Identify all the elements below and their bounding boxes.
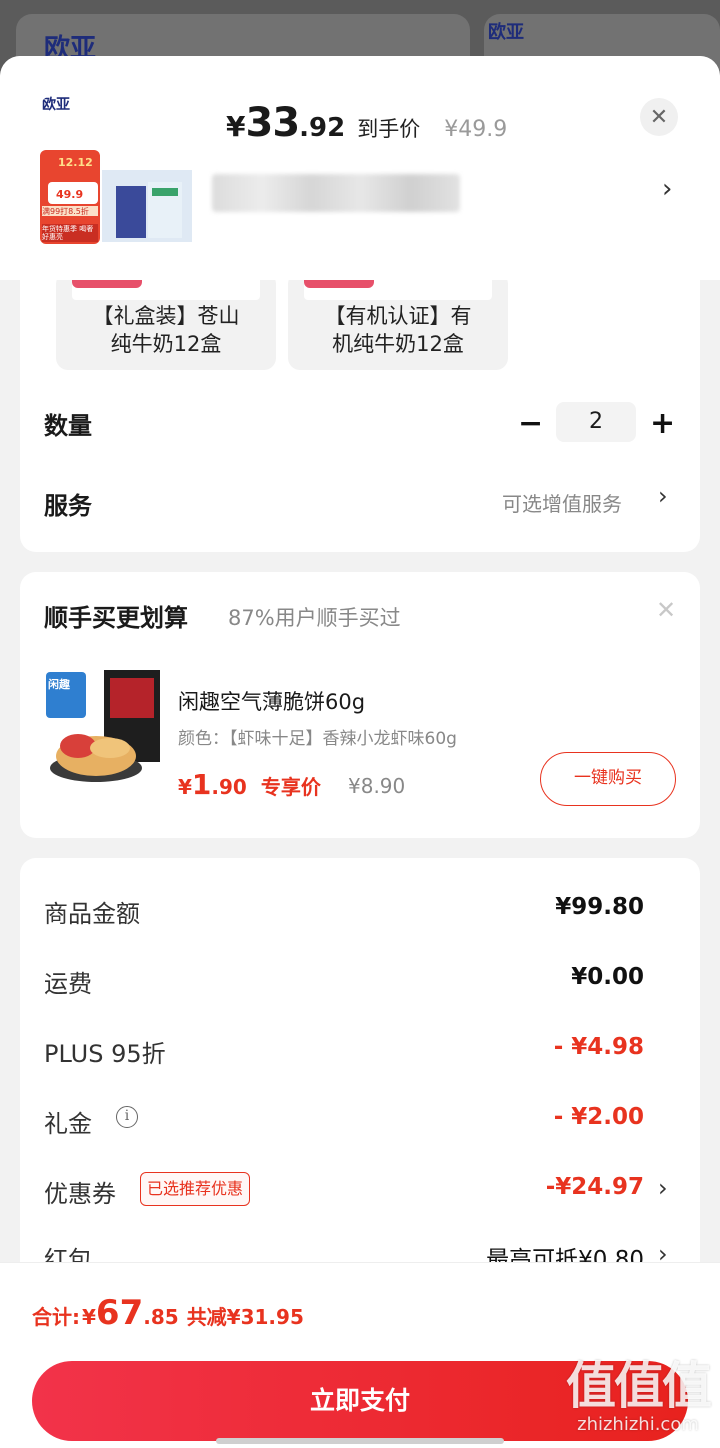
chevron-right-icon[interactable]: ›	[662, 174, 672, 204]
one-click-buy-button[interactable]: 一键购买	[540, 752, 676, 806]
price-row: ¥ 33 .92 到手价 ¥49.9	[226, 100, 507, 146]
summary-row: PLUS 95折 - ¥4.98	[20, 1032, 700, 1072]
addon-original-price: ¥8.90	[348, 774, 406, 798]
addon-product-image[interactable]: 闲趣	[44, 668, 164, 788]
summary-row: 运费 ¥0.00	[20, 962, 700, 1002]
summary-value: ¥99.80	[555, 894, 644, 920]
total-saving: 共减¥31.95	[186, 1305, 304, 1329]
original-price: ¥49.9	[444, 117, 508, 142]
thumb-promo-sub: 年货特惠季 喝奢好惠亮	[42, 225, 94, 241]
thumb-promo-date: 12.12	[58, 156, 93, 169]
addon-product-spec: 颜色：【虾味十足】香辣小龙虾味60g	[178, 729, 457, 749]
summary-value: -¥24.97	[545, 1174, 644, 1200]
product-thumbnail[interactable]: 欧亚 12.12 49.9 满99打8.5折 年货特惠季 喝奢好惠亮	[40, 96, 200, 256]
summary-label: PLUS 95折	[44, 1040, 166, 1068]
info-icon[interactable]: i	[116, 1106, 138, 1128]
total-label: 合计:	[32, 1305, 80, 1329]
quantity-decrease-button[interactable]: −	[518, 406, 543, 441]
close-icon[interactable]: ✕	[656, 596, 676, 624]
summary-label: 商品金额	[44, 900, 140, 928]
summary-row: 礼金 i - ¥2.00	[20, 1102, 700, 1142]
addon-title: 顺手买更划算	[44, 604, 188, 632]
option-label: 【礼盒装】苍山 纯牛奶12盒	[92, 304, 240, 356]
brand-logo: 欧亚	[488, 22, 524, 43]
addon-price: ¥ 1 .90 专享价	[178, 768, 321, 801]
spec-card: 【礼盒装】苍山 纯牛奶12盒 【有机认证】有 机纯牛奶12盒 数量 − 2 + …	[20, 256, 700, 552]
spec-option[interactable]: 【礼盒装】苍山 纯牛奶12盒	[56, 272, 276, 370]
price-integer: 33	[245, 100, 300, 146]
summary-row: 商品金额 ¥99.80	[20, 892, 700, 932]
quantity-input[interactable]: 2	[556, 402, 636, 442]
summary-value: ¥0.00	[571, 964, 644, 990]
price-symbol: ¥	[226, 110, 246, 143]
snack-brand: 闲趣	[48, 678, 70, 691]
spec-option[interactable]: 【有机认证】有 机纯牛奶12盒	[288, 272, 508, 370]
close-icon: ✕	[649, 104, 669, 130]
thumb-logo: 欧亚	[42, 97, 70, 113]
service-label: 服务	[44, 492, 92, 520]
addon-card: 顺手买更划算 87%用户顺手买过 ✕ 闲趣 闲趣空气薄脆饼60g 颜色：【虾味十…	[20, 572, 700, 838]
quantity-increase-button[interactable]: +	[650, 406, 675, 441]
summary-label: 礼金	[44, 1110, 92, 1138]
coupon-row[interactable]: 优惠券 已选推荐优惠 -¥24.97 ›	[20, 1172, 700, 1212]
option-label: 【有机认证】有 机纯牛奶12盒	[324, 304, 472, 356]
thumb-promo-price: 49.9	[56, 188, 84, 201]
price-decimal: .92	[299, 113, 346, 143]
service-value[interactable]: 可选增值服务	[502, 488, 622, 517]
coupon-badge: 已选推荐优惠	[140, 1172, 251, 1206]
summary-label: 优惠券	[44, 1180, 116, 1208]
price-summary-card: 商品金额 ¥99.80 运费 ¥0.00 PLUS 95折 - ¥4.98 礼金…	[20, 858, 700, 1318]
watermark: 值值值 zhizhizhi.com	[566, 1357, 712, 1435]
chevron-right-icon[interactable]: ›	[658, 1174, 668, 1202]
home-indicator[interactable]	[216, 1438, 504, 1444]
summary-label: 运费	[44, 970, 92, 998]
quantity-label: 数量	[44, 412, 92, 440]
purchase-sheet: 欧亚 12.12 49.9 满99打8.5折 年货特惠季 喝奢好惠亮 ¥ 33 …	[0, 56, 720, 1448]
summary-value: - ¥2.00	[553, 1104, 644, 1130]
close-button[interactable]: ✕	[640, 98, 678, 136]
addon-subtitle: 87%用户顺手买过	[228, 606, 401, 630]
order-total: 合计: ¥ 67 .85 共减¥31.95	[32, 1293, 304, 1333]
price-tag: 到手价	[357, 117, 421, 141]
addon-product-name[interactable]: 闲趣空气薄脆饼60g	[178, 686, 365, 716]
chevron-right-icon[interactable]: ›	[658, 482, 668, 510]
blurred-selected-spec[interactable]	[212, 174, 460, 212]
sheet-header: 欧亚 12.12 49.9 满99打8.5折 年货特惠季 喝奢好惠亮 ¥ 33 …	[0, 56, 720, 280]
thumb-promo-text: 满99打8.5折	[42, 207, 89, 216]
exclusive-price-tag: 专享价	[260, 775, 321, 799]
summary-value: - ¥4.98	[553, 1034, 644, 1060]
